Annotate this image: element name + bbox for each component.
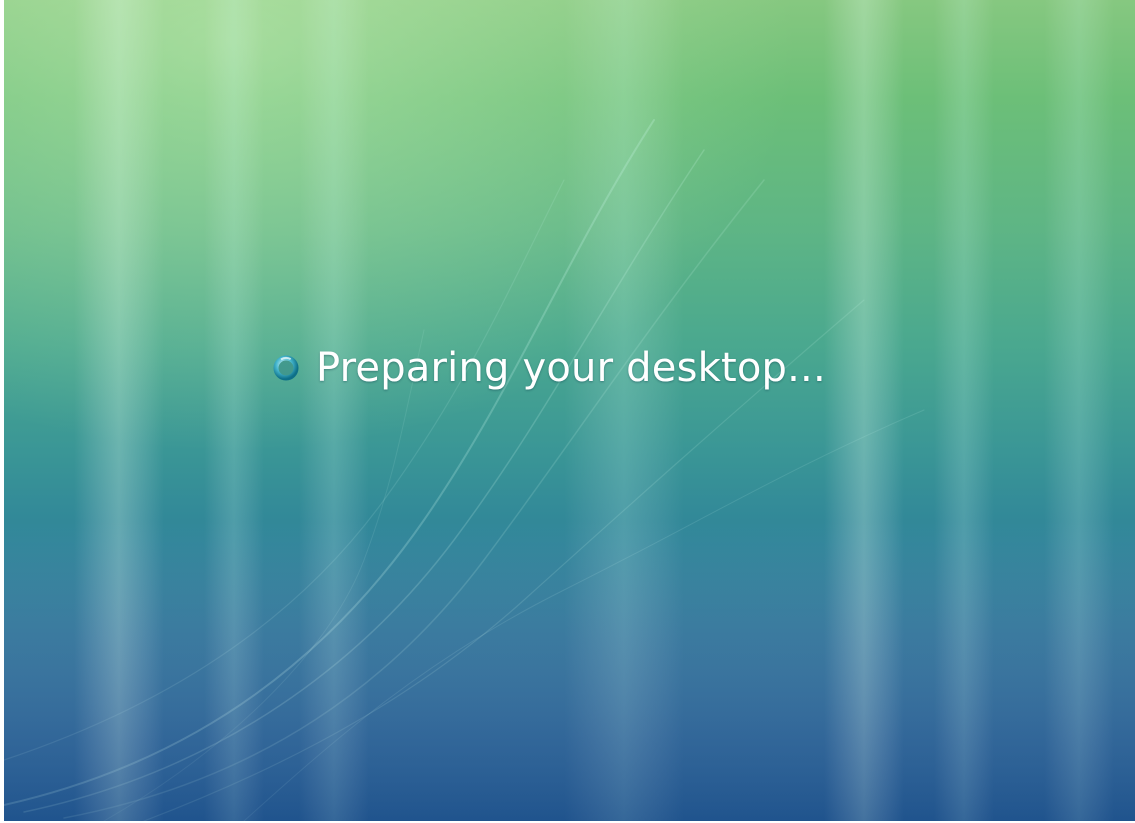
login-screen: Preparing your desktop...: [4, 0, 1135, 821]
busy-spinner-icon: [272, 354, 300, 382]
status-message: Preparing your desktop...: [316, 345, 826, 391]
status-row: Preparing your desktop...: [272, 338, 826, 398]
aurora-wallpaper: [4, 0, 1135, 821]
